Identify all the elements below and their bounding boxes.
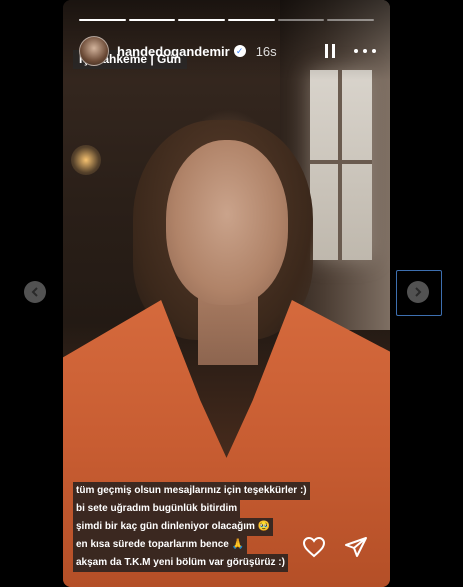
caption-line: tüm geçmiş olsun mesajlarınız için teşek… bbox=[73, 482, 310, 500]
progress-segment bbox=[228, 19, 275, 21]
more-options-button[interactable] bbox=[354, 41, 376, 61]
chevron-left-icon bbox=[31, 287, 38, 297]
progress-segment bbox=[277, 19, 325, 21]
post-time: 16s bbox=[255, 43, 277, 59]
story-viewer: İç Mahkeme | Gün handedogandemir ✓ 16s t… bbox=[0, 0, 463, 587]
story-progress-bar bbox=[79, 19, 375, 21]
send-icon[interactable] bbox=[344, 535, 368, 559]
next-story-button[interactable] bbox=[407, 281, 429, 303]
photo-face bbox=[166, 140, 288, 305]
caption-line: en kısa sürede toparlarım bence 🙏 bbox=[73, 536, 248, 554]
progress-segment bbox=[178, 19, 226, 21]
background-lamp bbox=[71, 145, 101, 175]
avatar[interactable] bbox=[79, 36, 109, 66]
chevron-right-icon bbox=[415, 287, 422, 297]
caption-line: şimdi bir kaç gün dinleniyor olacağım 🥹 bbox=[73, 518, 274, 536]
background-window bbox=[310, 70, 372, 260]
story-actions bbox=[302, 535, 368, 559]
more-options-icon bbox=[354, 49, 358, 53]
progress-segment bbox=[327, 19, 375, 21]
heart-icon[interactable] bbox=[302, 535, 326, 559]
progress-segment bbox=[128, 19, 176, 21]
verified-badge-icon: ✓ bbox=[233, 45, 246, 57]
previous-story-button[interactable] bbox=[24, 281, 46, 303]
username-link[interactable]: handedogandemir bbox=[117, 44, 230, 59]
caption-line: bi sete uğradım bugünlük bitirdim bbox=[73, 500, 241, 518]
pause-icon bbox=[325, 44, 328, 58]
story-header: handedogandemir ✓ 16s bbox=[79, 36, 376, 66]
progress-segment bbox=[79, 19, 126, 21]
caption-line: akşam da T.K.M yeni bölüm var görüşürüz … bbox=[73, 554, 288, 572]
pause-button[interactable] bbox=[320, 41, 340, 61]
story-frame[interactable]: İç Mahkeme | Gün handedogandemir ✓ 16s t… bbox=[63, 0, 390, 587]
